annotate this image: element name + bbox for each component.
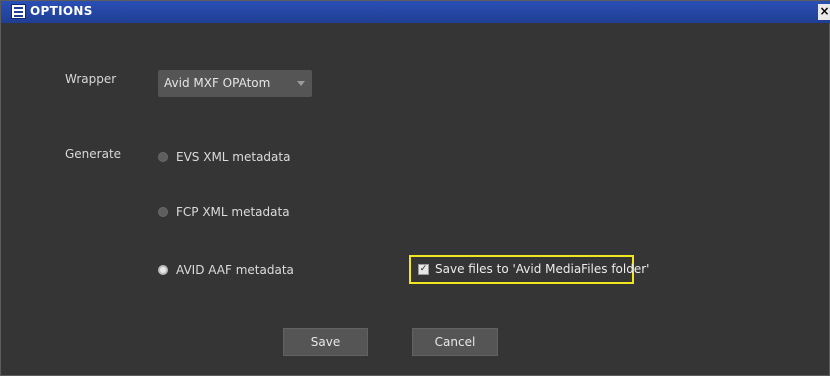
radio-button-icon[interactable] (158, 207, 168, 217)
radio-evs-xml-label: EVS XML metadata (176, 150, 291, 164)
save-to-avid-option[interactable]: ✓ Save files to 'Avid MediaFiles folder' (409, 255, 649, 284)
options-dialog: OPTIONS × Wrapper Avid MXF OPAtom Genera… (0, 0, 830, 376)
chevron-down-icon (297, 81, 305, 86)
checkbox-checked-icon[interactable]: ✓ (418, 264, 429, 275)
radio-avid-aaf-label: AVID AAF metadata (176, 263, 294, 277)
generate-label: Generate (65, 147, 122, 161)
radio-button-selected-icon[interactable] (158, 265, 168, 275)
wrapper-label: Wrapper (65, 72, 117, 86)
cancel-button[interactable]: Cancel (412, 328, 498, 356)
save-to-avid-label: Save files to 'Avid MediaFiles folder' (435, 262, 650, 276)
window-title: OPTIONS (30, 4, 93, 18)
close-icon[interactable]: × (818, 4, 830, 20)
app-menu-icon[interactable] (11, 4, 26, 19)
title-bar[interactable]: OPTIONS × (1, 1, 830, 23)
wrapper-select[interactable]: Avid MXF OPAtom (158, 70, 312, 97)
save-button[interactable]: Save (283, 328, 368, 356)
radio-fcp-xml-label: FCP XML metadata (176, 205, 290, 219)
wrapper-select-value: Avid MXF OPAtom (164, 76, 271, 90)
radio-button-icon[interactable] (158, 152, 168, 162)
